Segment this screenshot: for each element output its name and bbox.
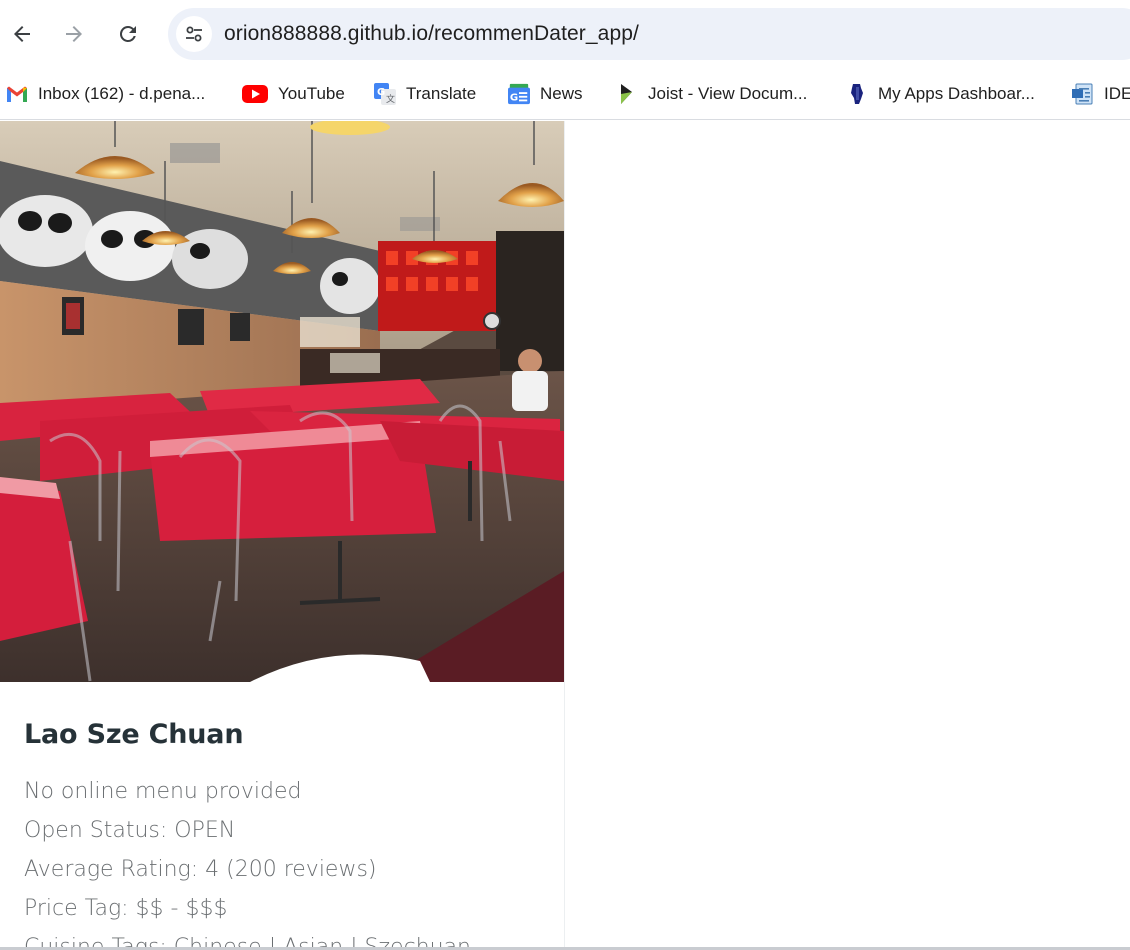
web-page: Lao Sze Chuan No online menu provided Op…	[0, 121, 1130, 947]
news-icon: G	[508, 83, 530, 105]
restaurant-photo	[0, 121, 564, 682]
bookmark-news[interactable]: G News	[508, 76, 583, 112]
back-button[interactable]	[2, 14, 42, 54]
tune-icon	[186, 26, 202, 42]
svg-text:文: 文	[386, 93, 395, 105]
bookmark-joist[interactable]: Joist - View Docum...	[616, 76, 807, 112]
bookmark-label: Joist - View Docum...	[648, 84, 808, 103]
restaurant-card[interactable]: Lao Sze Chuan No online menu provided Op…	[0, 121, 565, 947]
open-status: Open Status: OPEN	[24, 818, 236, 843]
price-tag: Price Tag: $$ - $$$	[24, 896, 228, 921]
translate-icon: G 文	[374, 83, 396, 105]
youtube-icon	[242, 83, 268, 105]
bookmark-label: News	[540, 84, 583, 103]
document-icon	[1072, 83, 1094, 105]
bookmarks-bar: Inbox (162) - d.pena... YouTube G 文 Tran…	[0, 68, 1130, 120]
forward-button[interactable]	[54, 14, 94, 54]
bookmark-my-apps[interactable]: My Apps Dashboar...	[846, 76, 1035, 112]
illinois-icon	[846, 83, 868, 105]
restaurant-details: Lao Sze Chuan No online menu provided Op…	[24, 719, 544, 947]
bookmark-label: Inbox (162) - d.pena...	[38, 84, 206, 103]
restaurant-name: Lao Sze Chuan	[24, 719, 244, 750]
svg-text:G: G	[510, 92, 518, 103]
back-arrow-icon	[14, 26, 30, 42]
site-info-button[interactable]	[176, 16, 212, 52]
url-text[interactable]: orion888888.github.io/recommenDater_app/	[224, 22, 639, 46]
bookmark-youtube[interactable]: YouTube	[242, 76, 345, 112]
reload-icon	[119, 25, 136, 42]
bookmark-label: YouTube	[278, 84, 345, 103]
reload-button[interactable]	[108, 14, 148, 54]
bookmark-label: Translate	[406, 84, 477, 103]
bookmark-translate[interactable]: G 文 Translate	[374, 76, 476, 112]
menu-info: No online menu provided	[24, 779, 302, 804]
forward-arrow-icon	[66, 26, 82, 42]
address-bar[interactable]: orion888888.github.io/recommenDater_app/	[168, 8, 1130, 60]
joist-icon	[616, 83, 638, 105]
gmail-icon	[6, 83, 28, 105]
bookmark-label: IDE	[1104, 84, 1130, 103]
restaurant-interior-image	[0, 121, 564, 682]
bookmark-ide[interactable]: IDE	[1072, 76, 1130, 112]
browser-toolbar: orion888888.github.io/recommenDater_app/	[0, 0, 1130, 68]
bookmark-label: My Apps Dashboar...	[878, 84, 1035, 103]
cuisine-tags: Cuisine Tags: Chinese | Asian | Szechuan	[24, 928, 544, 947]
average-rating: Average Rating: 4 (200 reviews)	[24, 857, 377, 882]
svg-text:G: G	[377, 87, 385, 98]
bookmark-gmail[interactable]: Inbox (162) - d.pena...	[6, 76, 205, 112]
